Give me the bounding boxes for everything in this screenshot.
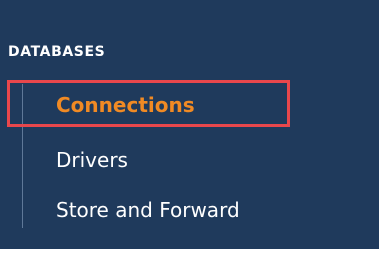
- nav-panel: DATABASES Connections Drivers Store and …: [0, 0, 389, 259]
- nav-item-store-and-forward[interactable]: Store and Forward: [56, 198, 240, 222]
- bottom-border: [0, 249, 389, 259]
- nav-item-connections[interactable]: Connections: [56, 93, 195, 117]
- nav-item-drivers[interactable]: Drivers: [56, 148, 128, 172]
- section-title: DATABASES: [8, 44, 106, 60]
- right-border: [379, 0, 389, 259]
- tree-line: [22, 84, 23, 228]
